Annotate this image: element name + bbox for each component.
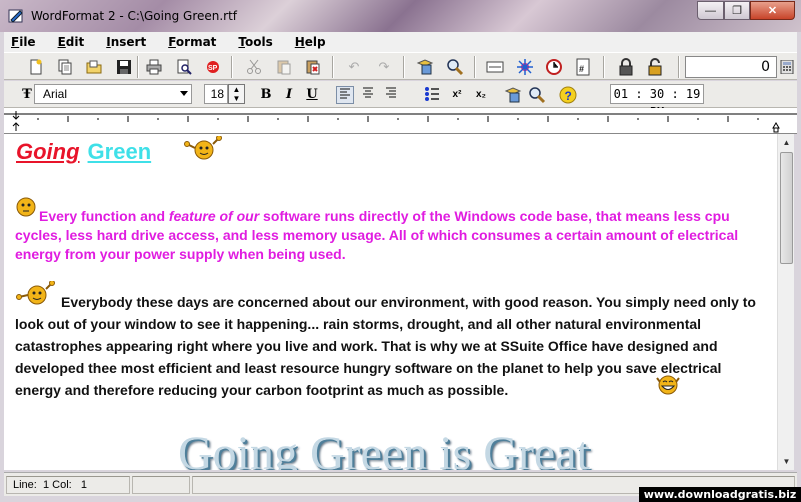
align-right-button[interactable] [382,86,400,104]
help-button[interactable]: ? [559,86,577,104]
title-bar: WordFormat 2 - C:\Going Green.rtf — ❐ ✕ [0,0,801,32]
bullet-list-button[interactable] [423,86,441,104]
first-indent-icon [12,111,20,120]
ruler-ticks [4,111,797,133]
doc-heading: Going Green [16,139,151,165]
copy-document-icon[interactable] [55,57,75,77]
svg-text:#: # [579,64,584,74]
align-center-button[interactable] [359,86,377,104]
font-size-spinner[interactable]: ▲ ▼ [228,84,245,104]
app-icon [8,9,23,23]
print-preview-icon[interactable] [174,57,194,77]
status-segment-2 [132,476,190,494]
window-controls: — ❐ ✕ [697,1,795,20]
smiley-wave-icon [184,136,222,160]
big-title: Going Green is Great [178,427,590,470]
paragraph-1: Every function and feature of our softwa… [15,208,739,262]
lock-icon[interactable] [616,57,636,77]
heading-green: Green [87,139,152,164]
paste-icon[interactable] [274,57,294,77]
document-area[interactable]: Going Green Every function and feature of… [4,134,777,470]
text-box-icon[interactable] [485,57,505,77]
clock-icon[interactable] [544,57,564,77]
scroll-down-arrow-icon[interactable]: ▼ [778,453,795,470]
calculator-icon[interactable] [780,60,794,74]
menu-tools[interactable]: Tools [238,35,272,49]
time-display: 01 : 30 : 19 PM [610,84,704,119]
cursor-position: Line: 1 Col: 1 [6,476,130,494]
menu-file[interactable]: File [11,35,36,49]
scroll-up-arrow-icon[interactable]: ▲ [778,134,795,151]
find-icon[interactable] [445,57,465,77]
heading-going: Going [16,139,80,164]
cut-icon[interactable] [244,57,264,77]
align-left-button[interactable] [336,86,354,104]
counter-display: 0 [685,56,777,78]
format-toolbar: Ŧ Arial 18 ▲ ▼ B I U x² x₂ ? 01 : 30 : 19… [4,81,797,119]
font-name-select[interactable]: Arial [34,84,192,104]
align-center-icon [363,87,373,98]
undo-icon[interactable]: ↶ [344,57,364,77]
spell-check-icon[interactable]: SP [203,57,223,77]
left-indent-icon [12,122,20,131]
menu-format[interactable]: Format [168,35,216,49]
italic-button[interactable]: I [280,86,298,104]
align-right-icon [386,87,396,98]
save-icon[interactable] [114,57,134,77]
bullet-list-icon [425,87,439,101]
scroll-thumb[interactable] [780,152,793,264]
paste-special-icon[interactable] [303,57,323,77]
window-title: WordFormat 2 - C:\Going Green.rtf [31,9,238,23]
menu-edit[interactable]: Edit [58,35,85,49]
font-name-value: Arial [43,87,68,101]
open-folder-icon[interactable] [84,57,104,77]
unlock-icon[interactable] [645,57,665,77]
menu-help[interactable]: Help [295,35,326,49]
smiley-laughing-icon [656,375,680,395]
font-size-input[interactable]: 18 [204,84,228,104]
chevron-down-icon [180,91,188,96]
ruler[interactable] [4,108,797,134]
subscript-button[interactable]: x₂ [472,86,490,104]
right-indent-icon [772,122,780,133]
underline-button[interactable]: U [303,86,321,104]
close-button[interactable]: ✕ [750,1,795,20]
menu-bar: File Edit Insert Format Tools Help [4,32,797,52]
menu-insert[interactable]: Insert [106,35,146,49]
redo-icon[interactable]: ↷ [374,57,394,77]
symbol-icon[interactable] [515,57,535,77]
page-setup-icon[interactable]: # [573,57,593,77]
watermark: www.downloadgratis.biz [639,487,801,502]
main-toolbar: SP ↶ ↷ # 0 [4,52,797,80]
minimize-button[interactable]: — [697,1,724,20]
zoom-icon[interactable] [528,86,546,104]
print-icon[interactable] [144,57,164,77]
insert-image-icon[interactable] [415,57,435,77]
superscript-button[interactable]: x² [448,86,466,104]
vertical-scrollbar[interactable]: ▲ ▼ [777,134,794,470]
maximize-button[interactable]: ❐ [724,1,750,20]
svg-text:SP: SP [208,65,218,72]
bold-button[interactable]: B [257,86,275,104]
paint-icon[interactable] [504,86,522,104]
svg-text:?: ? [565,89,572,103]
align-left-icon [340,88,350,99]
help-icon: ? [559,86,577,104]
new-document-icon[interactable] [26,57,46,77]
